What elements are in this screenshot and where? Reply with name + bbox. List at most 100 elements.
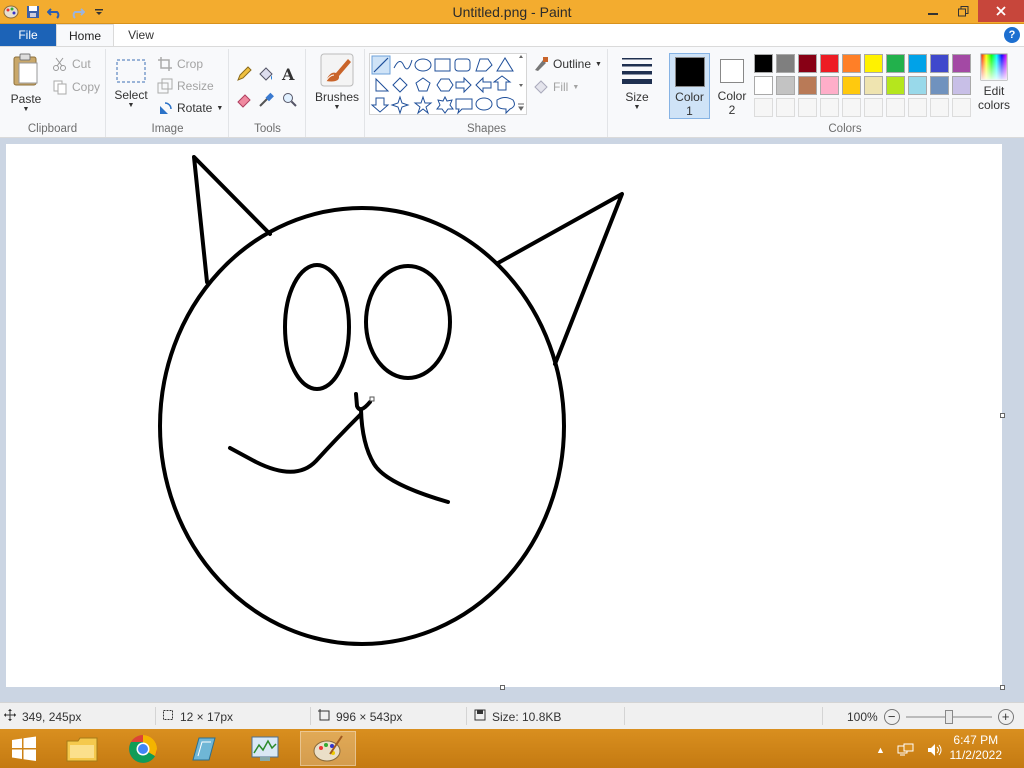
custom-color-slot[interactable] bbox=[776, 98, 795, 117]
custom-color-slot[interactable] bbox=[864, 98, 883, 117]
color-swatch[interactable] bbox=[842, 54, 861, 73]
color-swatch[interactable] bbox=[754, 54, 773, 73]
tab-file[interactable]: File bbox=[0, 24, 56, 47]
select-button[interactable]: Select ▼ bbox=[113, 57, 149, 109]
rounded-callout-shape[interactable] bbox=[455, 98, 473, 115]
taskbar-clock[interactable]: 6:47 PM 11/2/2022 bbox=[950, 733, 1003, 763]
taskbar-app-blue[interactable] bbox=[176, 731, 232, 766]
color-swatch[interactable] bbox=[952, 76, 971, 95]
color-swatch[interactable] bbox=[776, 54, 795, 73]
minimize-button[interactable] bbox=[918, 0, 948, 22]
hexagon-shape[interactable] bbox=[436, 78, 454, 92]
crop-button[interactable]: Crop bbox=[157, 55, 203, 73]
color-swatch[interactable] bbox=[886, 76, 905, 95]
color-swatch[interactable] bbox=[754, 76, 773, 95]
taskbar-file-explorer[interactable] bbox=[54, 731, 110, 766]
network-icon[interactable] bbox=[897, 743, 915, 757]
diamond-shape[interactable] bbox=[392, 77, 408, 93]
rectangle-shape[interactable] bbox=[434, 58, 451, 72]
restore-button[interactable] bbox=[948, 0, 978, 22]
five-point-star-shape[interactable] bbox=[413, 95, 433, 115]
color1-button[interactable]: Color 1 bbox=[669, 53, 710, 119]
down-arrow-shape[interactable] bbox=[370, 97, 390, 113]
text-tool[interactable]: A bbox=[282, 65, 294, 84]
resize-handle-right[interactable] bbox=[1000, 413, 1005, 418]
help-icon[interactable]: ? bbox=[1004, 27, 1020, 43]
drawing-canvas[interactable] bbox=[6, 144, 1002, 687]
custom-color-slot[interactable] bbox=[798, 98, 817, 117]
window-title: Untitled.png - Paint bbox=[452, 4, 572, 20]
color-swatch[interactable] bbox=[776, 76, 795, 95]
oval-shape[interactable] bbox=[414, 58, 432, 72]
outline-button[interactable]: Outline ▼ bbox=[533, 55, 602, 73]
color-picker-tool[interactable] bbox=[258, 91, 274, 109]
zoom-level: 100% bbox=[847, 710, 878, 724]
color-swatch[interactable] bbox=[820, 76, 839, 95]
left-arrow-shape[interactable] bbox=[475, 76, 492, 94]
paste-button[interactable]: Paste ▼ bbox=[6, 53, 46, 113]
magnifier-tool[interactable] bbox=[282, 91, 298, 109]
cut-button[interactable]: Cut bbox=[52, 55, 91, 73]
size-button[interactable]: Size ▼ bbox=[617, 55, 657, 111]
resize-handle-bottom[interactable] bbox=[500, 685, 505, 690]
custom-color-slot[interactable] bbox=[754, 98, 773, 117]
pencil-tool[interactable] bbox=[236, 65, 252, 83]
right-triangle-shape[interactable] bbox=[375, 77, 390, 92]
custom-color-slot[interactable] bbox=[952, 98, 971, 117]
tray-expand-icon[interactable]: ▲ bbox=[876, 745, 885, 755]
zoom-in-button[interactable]: + bbox=[997, 709, 1014, 725]
tab-home[interactable]: Home bbox=[56, 24, 114, 47]
custom-color-slot[interactable] bbox=[930, 98, 949, 117]
taskbar-chrome[interactable] bbox=[115, 731, 171, 766]
color-swatch[interactable] bbox=[886, 54, 905, 73]
color-swatch[interactable] bbox=[820, 54, 839, 73]
color-swatch[interactable] bbox=[864, 54, 883, 73]
eraser-tool[interactable] bbox=[236, 91, 252, 109]
tab-view[interactable]: View bbox=[114, 24, 168, 47]
taskbar-paint[interactable] bbox=[300, 731, 356, 766]
fill-tool[interactable] bbox=[258, 65, 274, 83]
edit-colors-button[interactable]: Edit colors bbox=[974, 53, 1014, 112]
color-swatch[interactable] bbox=[908, 54, 927, 73]
cloud-callout-shape[interactable] bbox=[496, 97, 515, 115]
rounded-rectangle-shape[interactable] bbox=[454, 58, 471, 72]
expand-gallery-icon[interactable] bbox=[518, 103, 524, 111]
custom-color-slot[interactable] bbox=[820, 98, 839, 117]
curve-shape[interactable] bbox=[393, 59, 413, 70]
triangle-shape[interactable] bbox=[496, 57, 514, 72]
scroll-arrows-icon[interactable] bbox=[519, 55, 523, 87]
four-point-star-shape[interactable] bbox=[390, 95, 410, 115]
copy-button[interactable]: Copy bbox=[52, 78, 100, 96]
scissors-icon bbox=[52, 56, 68, 72]
close-button[interactable] bbox=[978, 0, 1024, 22]
pentagon-shape[interactable] bbox=[415, 77, 431, 92]
color-swatch[interactable] bbox=[908, 76, 927, 95]
color-swatch[interactable] bbox=[952, 54, 971, 73]
color-swatch[interactable] bbox=[798, 76, 817, 95]
volume-icon[interactable] bbox=[927, 743, 943, 757]
up-arrow-shape[interactable] bbox=[492, 75, 512, 91]
zoom-slider-thumb[interactable] bbox=[944, 710, 953, 724]
fill-button[interactable]: Fill ▼ bbox=[533, 78, 579, 96]
zoom-slider[interactable] bbox=[905, 710, 992, 724]
polygon-shape[interactable] bbox=[475, 58, 493, 72]
taskbar-task-manager[interactable] bbox=[237, 731, 293, 766]
start-button[interactable] bbox=[0, 731, 48, 766]
zoom-out-button[interactable]: − bbox=[883, 709, 900, 725]
right-arrow-shape[interactable] bbox=[455, 76, 472, 94]
resize-handle-corner[interactable] bbox=[1000, 685, 1005, 690]
rotate-button[interactable]: Rotate ▼ bbox=[157, 99, 223, 117]
color-swatch[interactable] bbox=[930, 76, 949, 95]
custom-color-slot[interactable] bbox=[908, 98, 927, 117]
color-swatch[interactable] bbox=[798, 54, 817, 73]
color-swatch[interactable] bbox=[842, 76, 861, 95]
resize-button[interactable]: Resize bbox=[157, 77, 214, 95]
color-swatch[interactable] bbox=[930, 54, 949, 73]
custom-color-slot[interactable] bbox=[842, 98, 861, 117]
brushes-button[interactable]: Brushes ▼ bbox=[313, 53, 361, 111]
oval-callout-shape[interactable] bbox=[475, 97, 493, 111]
six-point-star-shape[interactable] bbox=[436, 95, 454, 114]
color2-button[interactable]: Color 2 bbox=[712, 53, 752, 119]
custom-color-slot[interactable] bbox=[886, 98, 905, 117]
color-swatch[interactable] bbox=[864, 76, 883, 95]
